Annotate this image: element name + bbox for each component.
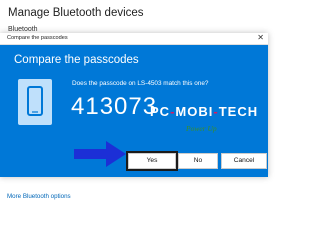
page-title: Manage Bluetooth devices (8, 7, 144, 19)
cancel-button[interactable]: Cancel (221, 153, 267, 169)
passcode-value: 413073 (71, 93, 158, 120)
more-bluetooth-options-link[interactable]: More Bluetooth options (7, 193, 71, 200)
compare-passcodes-dialog: Compare the passcodes ✕ Compare the pass… (0, 33, 268, 177)
dialog-title: Compare the passcodes (7, 35, 68, 41)
yes-button[interactable]: Yes (126, 151, 178, 171)
dialog-titlebar: Compare the passcodes ✕ (0, 33, 268, 45)
phone-icon (18, 79, 52, 125)
bluetooth-section-label: Bluetooth (8, 26, 38, 33)
close-icon[interactable]: ✕ (257, 33, 264, 42)
passcode-question: Does the passcode on LS-4503 match this … (72, 80, 209, 87)
no-button[interactable]: No (178, 153, 218, 169)
dialog-heading: Compare the passcodes (14, 54, 139, 66)
pointer-arrow-icon (74, 141, 126, 167)
